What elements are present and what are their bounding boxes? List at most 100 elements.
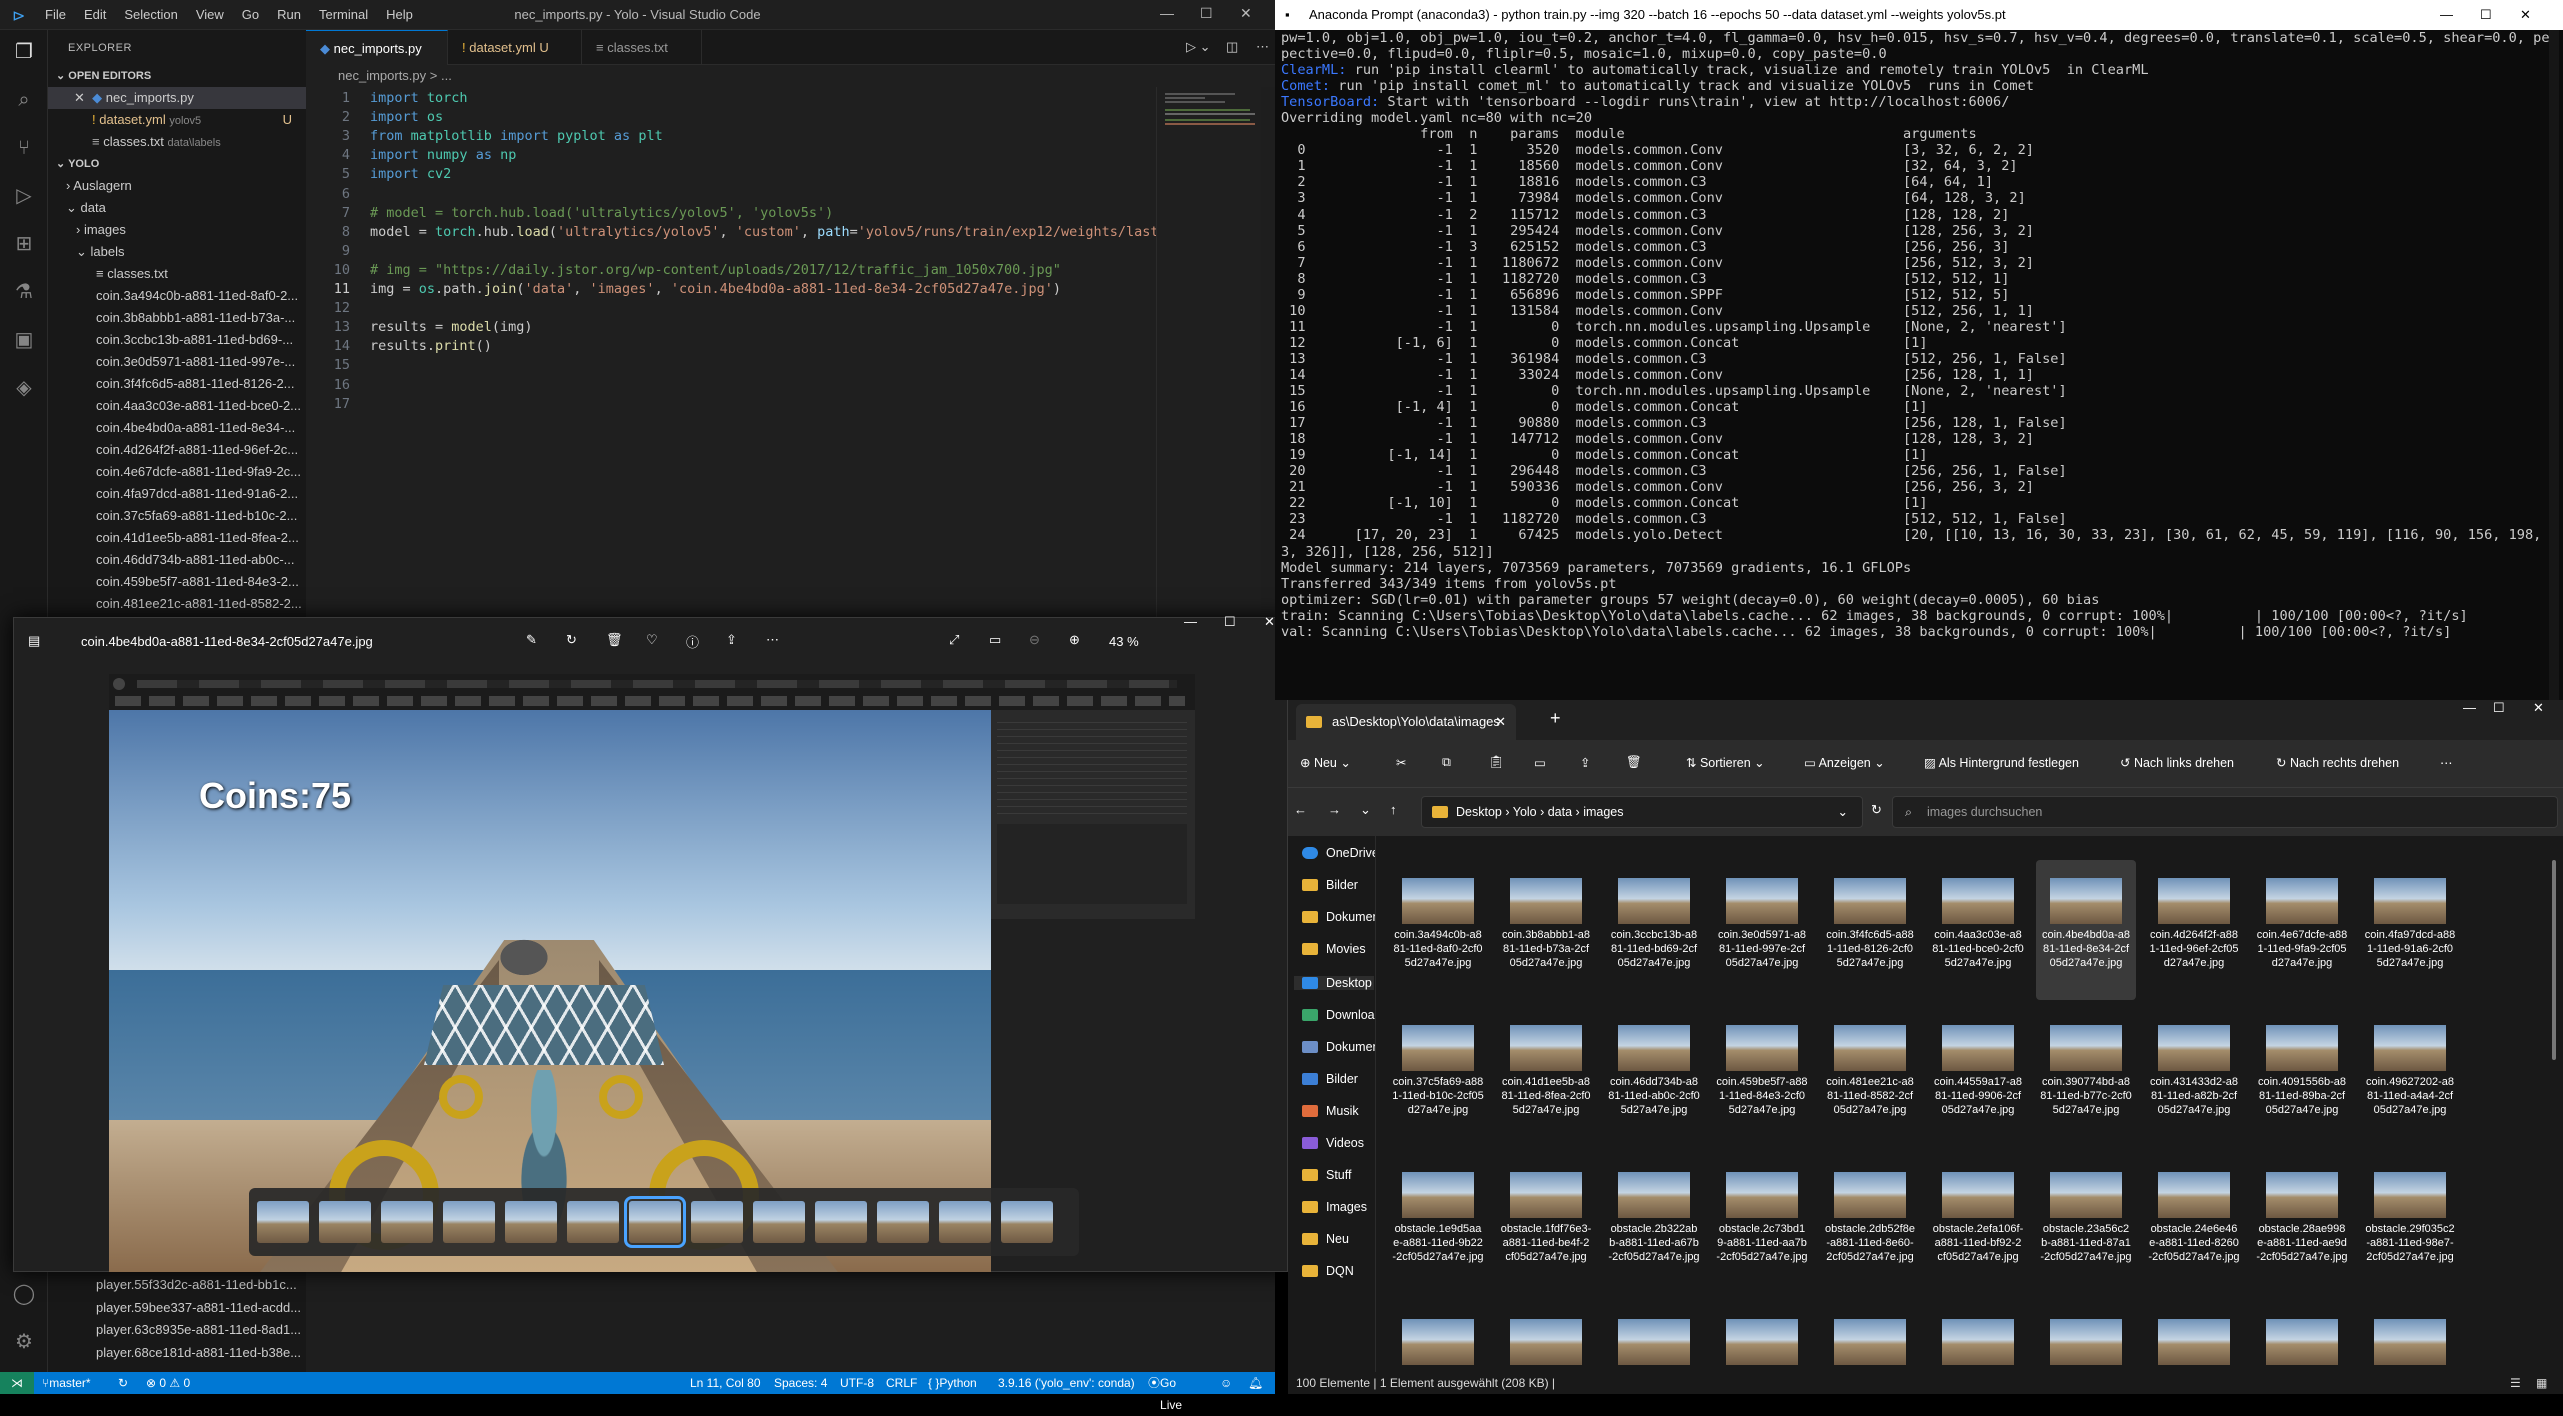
code-line[interactable]: import cv2 [370,166,451,182]
file-thumbnail[interactable]: coin.3ccbc13b-a881-11ed-bd69-2cf05d27a47… [1604,860,1704,1000]
copy-icon[interactable]: ⧉ [1442,755,1451,770]
indentation[interactable]: Spaces: 4 [774,1372,827,1394]
sync-icon[interactable]: ↻ [118,1372,128,1394]
more-icon[interactable]: ⋯ [1256,39,1269,55]
open-editor-item[interactable]: ≡ classes.txt data\labels [48,131,306,153]
set-background-button[interactable]: ▨ Als Hintergrund festlegen [1924,755,2079,770]
tree-file[interactable]: coin.3ccbc13b-a881-11ed-bd69-... [48,329,306,351]
file-thumbnail[interactable] [1604,1301,1704,1372]
explorer-tab[interactable]: as\Desktop\Yolo\data\images ✕ [1296,704,1516,740]
tree-file[interactable]: coin.37c5fa69-a881-11ed-b10c-2... [48,505,306,527]
go-live[interactable]: ⦿ Go Live [1148,1372,1182,1412]
file-thumbnail[interactable] [1496,1301,1596,1372]
file-thumbnail[interactable]: obstacle.1e9d5aae-a881-11ed-9b22-2cf05d2… [1388,1154,1488,1294]
maximize-button[interactable]: ☐ [1200,5,1213,22]
tree-file[interactable]: coin.4fa97dcd-a881-11ed-91a6-2... [48,483,306,505]
rename-icon[interactable]: ▭ [1534,755,1546,770]
tree-file[interactable]: coin.4d264f2f-a881-11ed-96ef-2c... [48,439,306,461]
run-debug-icon[interactable]: ▷ [12,184,36,208]
tiles-view-icon[interactable]: ▦ [2536,1372,2547,1394]
tree-file[interactable]: player.59bee337-a881-11ed-acdd... [48,1297,306,1320]
file-thumbnail[interactable]: coin.459be5f7-a881-11ed-84e3-2cf05d27a47… [1712,1007,1812,1147]
edit-icon[interactable]: ✎ [526,632,537,648]
tree-file[interactable]: coin.4be4bd0a-a881-11ed-8e34-... [48,417,306,439]
nav-item-movies[interactable]: Movies [1302,942,1366,956]
up-icon[interactable]: ↑ [1390,802,1397,817]
tree-file[interactable]: coin.3f4fc6d5-a881-11ed-8126-2... [48,373,306,395]
share-icon[interactable]: ⇪ [726,632,737,648]
tab-dataset[interactable]: ! dataset.yml U [448,30,582,65]
nav-item-bilder[interactable]: Bilder [1302,878,1358,892]
file-thumbnail[interactable]: coin.44559a17-a881-11ed-9906-2cf05d27a47… [1928,1007,2028,1147]
minimize-button[interactable]: — [2440,0,2453,30]
rotate-left-button[interactable]: ↺ Nach links drehen [2120,755,2234,770]
breadcrumb[interactable]: nec_imports.py > ... [306,65,1275,87]
more-icon[interactable]: ⋯ [766,632,779,648]
tree-file[interactable]: coin.459be5f7-a881-11ed-84e3-2... [48,571,306,593]
nav-item-stuff[interactable]: Stuff [1302,1168,1351,1182]
branch-indicator[interactable]: ⑂ master* [42,1372,91,1394]
path-segment[interactable]: data [1548,805,1572,819]
tree-file[interactable]: player.63c8935e-a881-11ed-8ad1... [48,1319,306,1342]
close-button[interactable]: ✕ [1240,5,1252,22]
tree-file[interactable]: coin.3e0d5971-a881-11ed-997e-... [48,351,306,373]
code-line[interactable]: # model = torch.hub.load('ultralytics/yo… [370,205,833,221]
file-thumbnail[interactable] [1928,1301,2028,1372]
actual-size-icon[interactable]: ▭ [989,632,1001,648]
file-thumbnail[interactable]: coin.3a494c0b-a881-11ed-8af0-2cf05d27a47… [1388,860,1488,1000]
tree-folder[interactable]: › images [48,219,306,241]
maximize-button[interactable]: ☐ [1224,614,1236,630]
cut-icon[interactable]: ✂ [1396,755,1406,770]
split-editor-icon[interactable]: ◫ [1226,39,1238,55]
filmstrip-thumbnail[interactable] [1001,1201,1053,1243]
file-thumbnail[interactable] [1388,1301,1488,1372]
code-editor[interactable]: 1 import torch 2 import os 3 from matplotlib … [306,87,1199,617]
cursor-position[interactable]: Ln 11, Col 80 [690,1372,761,1394]
share-icon[interactable]: ⇪ [1580,755,1590,770]
zoom-out-icon[interactable]: ⊖ [1029,632,1040,648]
file-thumbnail[interactable]: coin.37c5fa69-a881-11ed-b10c-2cf05d27a47… [1388,1007,1488,1147]
tree-file[interactable]: coin.481ee21c-a881-11ed-8582-2... [48,593,306,615]
code-line[interactable]: import numpy as np [370,147,516,163]
rotate-right-button[interactable]: ↻ Nach rechts drehen [2276,755,2399,770]
address-bar[interactable]: Desktop › Yolo › data › images ⌄ [1421,796,1863,828]
code-line[interactable]: # img = "https://daily.jstor.org/wp-cont… [370,262,1061,278]
file-thumbnail[interactable]: coin.4aa3c03e-a881-11ed-bce0-2cf05d27a47… [1928,860,2028,1000]
file-thumbnail[interactable]: coin.390774bd-a881-11ed-b77c-2cf05d27a47… [2036,1007,2136,1147]
forward-icon[interactable]: → [1328,802,1341,817]
run-icon[interactable]: ▷ ⌄ [1186,39,1211,55]
code-line[interactable]: results = model(img) [370,319,533,335]
filmstrip-thumbnail[interactable] [815,1201,867,1243]
code-line[interactable]: img = os.path.join('data', 'images', 'co… [370,281,1061,297]
favorite-icon[interactable]: ♡ [646,632,658,648]
tree-file[interactable]: ≡ classes.txt [48,263,306,285]
filmstrip-thumbnail[interactable] [624,1196,686,1248]
file-thumbnail[interactable] [1820,1301,1920,1372]
view-button[interactable]: ▭ Anzeigen ⌄ [1804,755,1885,770]
file-thumbnail[interactable]: obstacle.1fdf76e3-a881-11ed-be4f-2cf05d2… [1496,1154,1596,1294]
language-mode[interactable]: { } Python [928,1372,977,1394]
file-thumbnail[interactable]: obstacle.28ae998e-a881-11ed-ae9d-2cf05d2… [2252,1154,2352,1294]
close-icon[interactable]: ✕ [1495,704,1506,740]
back-icon[interactable]: ← [1294,802,1307,817]
nav-item-musik[interactable]: Musik [1302,1104,1359,1118]
filmstrip-thumbnail[interactable] [443,1201,495,1243]
filmstrip-thumbnail[interactable] [257,1201,309,1243]
nav-item-desktop[interactable]: Desktop [1294,976,1374,990]
file-thumbnail[interactable]: coin.431433d2-a881-11ed-a82b-2cf05d27a47… [2144,1007,2244,1147]
close-button[interactable]: ✕ [2533,700,2544,716]
tree-file[interactable]: player.68ce181d-a881-11ed-b38e... [48,1342,306,1365]
file-thumbnail[interactable]: obstacle.2efa106f-a881-11ed-bf92-2cf05d2… [1928,1154,2028,1294]
tree-file[interactable]: coin.4e67dcfe-a881-11ed-9fa9-2c... [48,461,306,483]
file-thumbnail[interactable] [2252,1301,2352,1372]
nav-item-neu[interactable]: Neu [1302,1232,1349,1246]
file-thumbnail[interactable] [2360,1301,2460,1372]
path-segment[interactable]: images [1583,805,1623,819]
problems-indicator[interactable]: ⊗ 0 ⚠ 0 [146,1372,190,1394]
delete-icon[interactable]: 🗑︎ [1626,755,1642,770]
nav-item-dqn[interactable]: DQN [1302,1264,1354,1278]
chevron-down-icon[interactable]: ⌄ [1838,797,1848,827]
scrollbar[interactable] [2549,30,2559,700]
delete-icon[interactable]: 🗑︎ [606,632,623,648]
gear-icon[interactable]: ⚙ [12,1330,36,1354]
